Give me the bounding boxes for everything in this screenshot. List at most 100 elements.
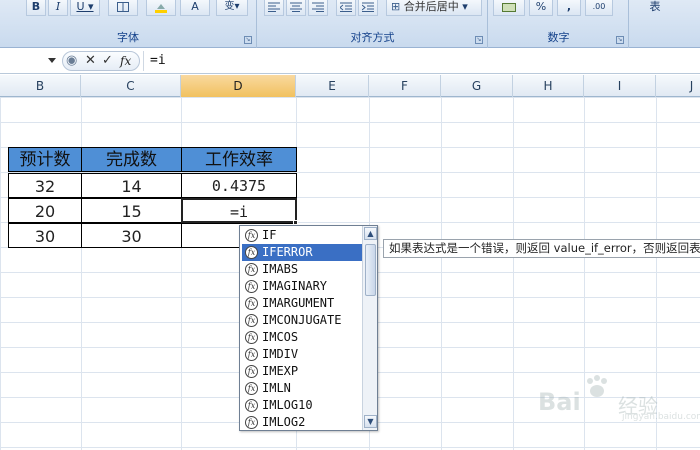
autocomplete-item[interactable]: fx IF — [242, 227, 362, 244]
column-header-h[interactable]: H — [513, 75, 584, 97]
formula-bar-divider — [143, 51, 144, 71]
active-cell[interactable]: =i — [181, 198, 297, 223]
autocomplete-item[interactable]: fx IMEXP — [242, 363, 362, 380]
currency-button[interactable] — [493, 0, 525, 16]
align-left-button[interactable] — [264, 0, 284, 16]
autocomplete-item-selected[interactable]: fx IFERROR — [242, 244, 362, 261]
border-button[interactable] — [108, 0, 138, 16]
italic-button[interactable]: I — [48, 0, 68, 16]
formula-input[interactable]: =i — [150, 53, 166, 68]
increase-decimal-button[interactable]: .00 — [585, 0, 613, 16]
autocomplete-item[interactable]: fx IMABS — [242, 261, 362, 278]
fx-function-icon: fx — [245, 246, 258, 259]
align-right-button[interactable] — [308, 0, 328, 16]
name-box[interactable] — [0, 51, 60, 71]
formula-options-icon[interactable]: ◉ — [66, 53, 77, 69]
header-cell-efficiency[interactable]: 工作效率 — [181, 147, 297, 172]
fx-function-icon: fx — [245, 331, 258, 344]
column-header-c[interactable]: C — [81, 75, 181, 97]
fx-function-icon: fx — [245, 280, 258, 293]
chevron-down-icon: ▾ — [462, 0, 468, 13]
fx-function-icon: fx — [245, 263, 258, 276]
font-group-label: 字体 — [117, 31, 139, 44]
autocomplete-item[interactable]: fx IMCOS — [242, 329, 362, 346]
border-icon — [117, 2, 129, 12]
number-dialog-launcher-icon[interactable]: ↘ — [616, 36, 624, 44]
fill-color-button[interactable] — [146, 0, 176, 16]
table-cell[interactable]: 0.4375 — [181, 173, 297, 198]
autocomplete-item-label: IMLOG2 — [262, 415, 306, 429]
column-header-e[interactable]: E — [296, 75, 369, 97]
autocomplete-scrollbar[interactable]: ▲ ▼ — [362, 226, 377, 430]
fx-function-icon: fx — [245, 229, 258, 242]
column-header-i[interactable]: I — [584, 75, 656, 97]
column-header-g[interactable]: G — [441, 75, 513, 97]
autocomplete-item-label: IMLOG10 — [262, 398, 313, 412]
autocomplete-item-label: IMEXP — [262, 364, 299, 378]
autocomplete-item-label: IMAGINARY — [262, 279, 328, 293]
increase-indent-icon — [362, 2, 374, 12]
scroll-up-icon[interactable]: ▲ — [364, 227, 377, 240]
autocomplete-item[interactable]: fx IMLOG10 — [242, 397, 362, 414]
insert-function-icon[interactable]: fx — [120, 53, 131, 69]
autocomplete-item-label: IMCOS — [262, 330, 299, 344]
autocomplete-item-label: IMARGUMENT — [262, 296, 335, 310]
fx-function-icon: fx — [245, 416, 258, 429]
function-tooltip: 如果表达式是一个错误，则返回 value_if_error，否则返回表 — [383, 239, 700, 258]
grid-line — [513, 97, 514, 450]
font-dialog-launcher-icon[interactable]: ↘ — [244, 36, 252, 44]
autocomplete-item[interactable]: fx IMARGUMENT — [242, 295, 362, 312]
decrease-indent-button[interactable] — [336, 0, 356, 16]
fx-function-icon: fx — [245, 399, 258, 412]
table-cell[interactable]: 14 — [81, 173, 182, 198]
align-center-icon — [290, 2, 302, 12]
merge-center-label: 合并后居中 — [403, 0, 459, 13]
baidu-watermark: Bai 经验 jingyan.baidu.com — [536, 374, 700, 424]
column-header-b[interactable]: B — [0, 75, 81, 97]
table-cell[interactable]: 20 — [8, 198, 82, 223]
underline-button[interactable]: U ▾ — [70, 0, 100, 16]
fx-function-icon: fx — [245, 348, 258, 361]
autocomplete-item-label: IFERROR — [262, 245, 313, 259]
formula-bar: ◉ ✕ ✓ fx =i — [0, 48, 700, 74]
scroll-down-icon[interactable]: ▼ — [364, 415, 377, 428]
phonetic-button[interactable]: 变▾ — [216, 0, 248, 16]
merge-center-button[interactable]: ⊞ 合并后居中 ▾ — [386, 0, 482, 16]
alignment-dialog-launcher-icon[interactable]: ↘ — [475, 36, 483, 44]
chevron-down-icon[interactable] — [48, 58, 56, 63]
table-cell[interactable]: 32 — [8, 173, 82, 198]
autocomplete-item[interactable]: fx IMAGINARY — [242, 278, 362, 295]
align-center-button[interactable] — [286, 0, 306, 16]
autocomplete-item-label: IMABS — [262, 262, 299, 276]
header-cell-completed[interactable]: 完成数 — [81, 147, 182, 172]
cancel-icon[interactable]: ✕ — [85, 53, 96, 69]
column-header-f[interactable]: F — [369, 75, 441, 97]
enter-icon[interactable]: ✓ — [102, 53, 113, 69]
ribbon: B I U ▾ A 变▾ 字体 ↘ ⊞ 合并后居中 ▾ 对齐方式 ↘ % , .… — [0, 0, 700, 48]
comma-button[interactable]: , — [557, 0, 581, 16]
table-cell[interactable]: 15 — [81, 198, 182, 223]
autocomplete-item[interactable]: fx IMLOG2 — [242, 414, 362, 431]
column-header-j[interactable]: J — [656, 75, 700, 97]
autocomplete-item-label: IF — [262, 228, 277, 242]
header-cell-forecast[interactable]: 预计数 — [8, 147, 82, 172]
currency-icon — [502, 3, 516, 12]
font-color-button[interactable]: A — [180, 0, 210, 16]
bold-button[interactable]: B — [26, 0, 46, 16]
number-group-label: 数字 — [547, 31, 570, 44]
styles-button[interactable]: 表 — [640, 0, 670, 16]
autocomplete-item[interactable]: fx IMCONJUGATE — [242, 312, 362, 329]
table-cell[interactable]: 30 — [81, 223, 182, 248]
formula-tools: ◉ ✕ ✓ fx — [62, 51, 140, 71]
column-header-d[interactable]: D — [181, 75, 296, 97]
watermark-sub: jingyan.baidu.com — [622, 412, 700, 422]
increase-indent-button[interactable] — [358, 0, 378, 16]
autocomplete-item[interactable]: fx IMDIV — [242, 346, 362, 363]
percent-button[interactable]: % — [529, 0, 553, 16]
table-cell[interactable]: 30 — [8, 223, 82, 248]
fx-function-icon: fx — [245, 365, 258, 378]
scrollbar-thumb[interactable] — [365, 244, 376, 296]
autocomplete-item-label: IMDIV — [262, 347, 299, 361]
autocomplete-item[interactable]: fx IMLN — [242, 380, 362, 397]
align-right-icon — [312, 2, 324, 12]
